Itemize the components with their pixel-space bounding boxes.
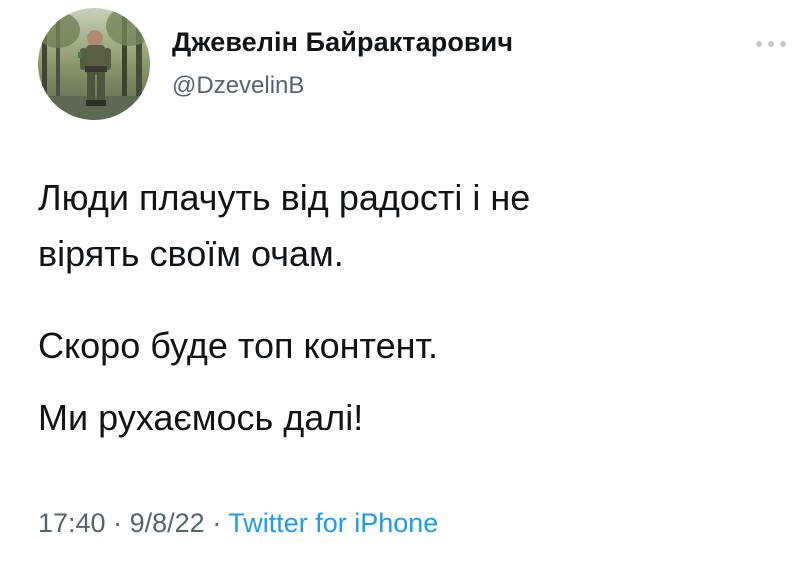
more-options-icon[interactable] (752, 36, 792, 52)
more-dot (768, 41, 774, 47)
meta-separator: · (113, 508, 123, 538)
author-display-name[interactable]: Джевелін Байрактарович (172, 27, 513, 58)
more-dot (780, 41, 786, 47)
tweet-paragraph-1: Люди плачуть від радості і не вірять сво… (38, 170, 778, 282)
tweet-paragraph-2: Скоро буде топ контент. (38, 325, 439, 366)
avatar[interactable] (38, 8, 150, 120)
more-dot (756, 41, 762, 47)
tweet-time[interactable]: 17:40 (38, 508, 106, 538)
tweet-line: Люди плачуть від радості і не (38, 177, 531, 218)
tweet-meta: 17:40 · 9/8/22 · Twitter for iPhone (38, 508, 438, 539)
avatar-photo (38, 8, 150, 120)
tweet-paragraph-3: Ми рухаємось далі! (38, 397, 364, 438)
tweet-line: вірять своїм очам. (38, 233, 344, 274)
tweet-source-link[interactable]: Twitter for iPhone (228, 508, 438, 538)
tweet-card: Джевелін Байрактарович @DzevelinB Люди п… (0, 0, 800, 571)
meta-separator: · (212, 508, 222, 538)
author-handle[interactable]: @DzevelinB (172, 72, 304, 100)
tweet-date[interactable]: 9/8/22 (130, 508, 205, 538)
